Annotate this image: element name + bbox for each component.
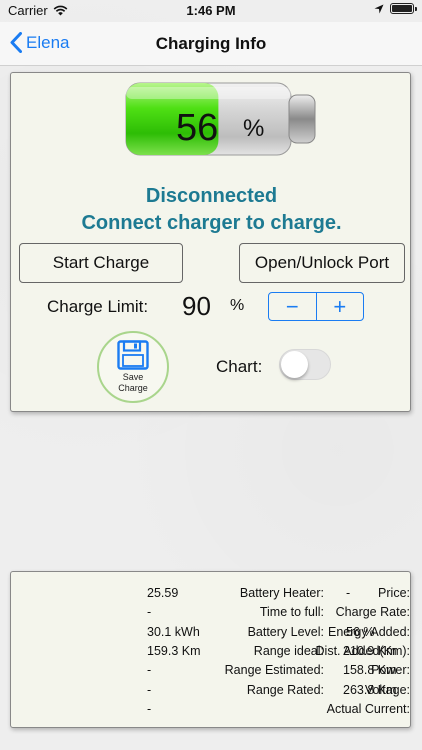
info-label: Price: <box>378 586 410 600</box>
info-value: 30.1 kWh <box>147 625 200 639</box>
clock: 1:46 PM <box>186 3 236 18</box>
save-charge-button[interactable]: Save Charge <box>97 331 169 403</box>
charge-limit-value: 90 <box>182 291 211 321</box>
save-label-line1: Save <box>122 372 144 382</box>
info-label: Battery Heater: <box>239 586 324 600</box>
battery-level-icon <box>125 82 316 156</box>
charging-details-panel: 25.59 - 30.1 kWh 159.3 Km - - - Battery … <box>10 571 411 728</box>
info-label: Battery Level: <box>247 625 324 639</box>
info-value: - <box>346 586 351 600</box>
chart-toggle[interactable] <box>279 349 331 380</box>
start-charge-button[interactable]: Start Charge <box>19 243 183 283</box>
floppy-disk-icon <box>117 340 149 370</box>
charging-panel: 56 % Disconnected Connect charger to cha… <box>10 72 411 412</box>
info-value: - <box>147 702 152 716</box>
save-label: Save Charge <box>118 372 148 394</box>
battery-percent-value: 56 <box>176 107 219 149</box>
info-label: Range ideal: <box>253 644 324 658</box>
info-value: - <box>147 683 152 697</box>
chart-toggle-label: Chart: <box>216 357 263 376</box>
navigation-bar: Elena Charging Info <box>0 22 422 66</box>
open-unlock-port-button[interactable]: Open/Unlock Port <box>239 243 405 283</box>
charge-status-title: Disconnected <box>145 185 278 207</box>
charge-limit-unit: % <box>230 297 245 314</box>
info-value: 25.59 <box>147 586 179 600</box>
battery-percent-sign: % <box>243 115 265 142</box>
location-arrow-icon <box>374 4 384 13</box>
increment-button[interactable]: + <box>317 293 364 320</box>
info-label: Range Rated: <box>246 683 324 697</box>
charge-limit-label: Charge Limit: <box>47 297 149 316</box>
toggle-knob <box>281 351 308 378</box>
info-label: Actual Current: <box>326 702 410 716</box>
save-label-line2: Charge <box>118 383 148 393</box>
info-label: Range Estimated: <box>224 663 324 677</box>
charge-status-message: Connect charger to charge. <box>81 212 342 234</box>
info-value: - <box>147 605 152 619</box>
status-bar: Carrier 1:46 PM <box>0 0 422 22</box>
page-title: Charging Info <box>155 34 267 53</box>
info-label: Time to full: <box>259 605 324 619</box>
info-label: Voltage: <box>364 683 410 697</box>
info-value: - <box>147 663 152 677</box>
info-label: Power: <box>371 663 410 677</box>
info-label: Energy Added: <box>327 625 410 639</box>
info-label: Charge Rate: <box>335 605 410 619</box>
status-right <box>374 3 417 14</box>
charge-limit-stepper: − + <box>268 292 364 321</box>
info-label: Dist. Added(Km): <box>315 644 410 658</box>
battery-status-icon <box>390 3 417 14</box>
info-value: 159.3 Km <box>147 644 201 658</box>
decrement-button[interactable]: − <box>269 293 316 320</box>
